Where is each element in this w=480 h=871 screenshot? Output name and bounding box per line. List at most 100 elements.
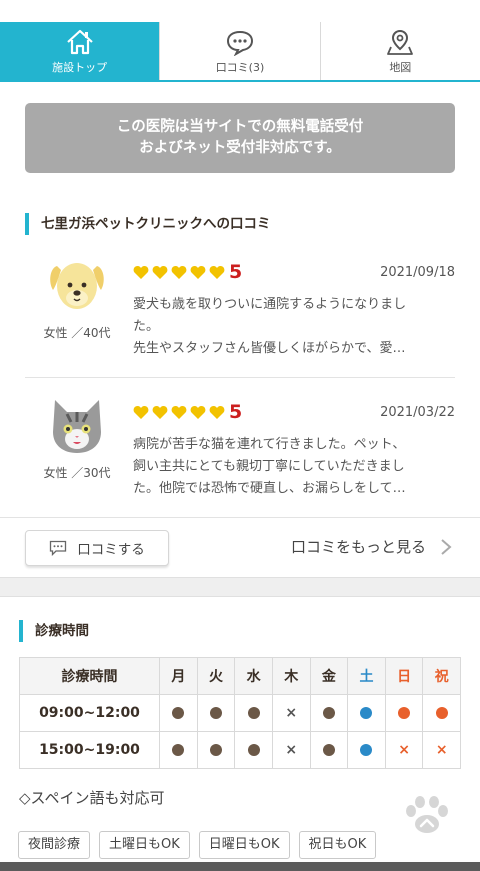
heart-icon xyxy=(171,405,187,419)
reviewer-info: 女性 ／40代 xyxy=(43,326,111,340)
schedule-cell: × xyxy=(271,694,311,732)
closed-x-icon: × xyxy=(398,742,410,758)
rating-score: 5 xyxy=(229,261,243,283)
heart-icon xyxy=(133,265,149,279)
schedule-cell: × xyxy=(384,731,424,769)
tab-facility-top-label: 施設トップ xyxy=(52,60,108,74)
hours-header-cell: 診療時間 xyxy=(19,657,160,695)
open-dot-icon xyxy=(209,707,222,719)
more-reviews-link[interactable]: 口コミをもっと見る xyxy=(291,536,452,557)
open-dot-icon xyxy=(322,707,335,719)
schedule-cell xyxy=(347,694,386,732)
time-slot: 09:00~12:00 xyxy=(19,694,160,732)
review-line: 先生やスタッフさん皆優しくほがらかで、愛… xyxy=(133,341,406,356)
feature-tag: 土曜日もOK xyxy=(99,831,190,859)
hours-row: 15:00~19:00 × × × xyxy=(19,731,461,769)
write-review-button[interactable]: 口コミする xyxy=(25,530,169,566)
review-divider xyxy=(25,377,455,378)
schedule-cell xyxy=(384,694,424,732)
review-line: 飼い主共にとても親切丁寧にしていただきまし xyxy=(133,459,405,474)
chevron-right-icon xyxy=(441,538,452,555)
tab-reviews-label: 口コミ(3) xyxy=(215,60,265,74)
reviewer-info: 女性 ／30代 xyxy=(43,466,111,480)
rating-score: 5 xyxy=(229,401,243,423)
review-actions: 口コミする 口コミをもっと見る xyxy=(0,517,480,577)
tab-reviews[interactable]: 口コミ(3) xyxy=(159,22,320,80)
tab-facility-top[interactable]: 施設トップ xyxy=(0,22,160,80)
day-sat-header: 土 xyxy=(347,657,386,695)
closed-x-icon: × xyxy=(285,705,298,721)
day-mon-header: 月 xyxy=(159,657,198,695)
schedule-cell: × xyxy=(271,731,311,769)
day-thu-header: 木 xyxy=(271,657,311,695)
review-item[interactable]: 女性 ／40代 5 2021/09/18 愛犬も歳を取りついに通院するようになり… xyxy=(25,252,455,372)
hours-section-title: 診療時間 xyxy=(19,620,89,642)
review-line: 病院が苦手な猫を連れて行きました。ペット、 xyxy=(133,437,406,452)
closed-x-icon: × xyxy=(285,742,298,758)
day-tue-header: 火 xyxy=(196,657,236,695)
heart-icon xyxy=(209,405,225,419)
open-dot-icon xyxy=(322,744,335,756)
schedule-cell xyxy=(196,731,236,769)
heart-icon xyxy=(152,405,168,419)
day-fri-header: 金 xyxy=(309,657,349,695)
review-line: 愛犬も歳を取りついに通院するようになりまし xyxy=(133,297,407,312)
no-phone-reservation-notice: この医院は当サイトでの無料電話受付 およびネット受付非対応です。 xyxy=(25,103,455,173)
heart-icon xyxy=(190,265,206,279)
language-note: ◇スペイン語も対応可 xyxy=(19,789,165,807)
cat-avatar-icon xyxy=(53,400,101,453)
schedule-cell xyxy=(347,731,386,769)
heart-icon xyxy=(190,405,206,419)
paw-icon[interactable] xyxy=(403,795,451,835)
rating-hearts: 5 xyxy=(133,402,242,422)
more-reviews-label: 口コミをもっと見る xyxy=(290,538,426,556)
schedule-cell xyxy=(159,694,198,732)
schedule-cell xyxy=(234,694,273,732)
feature-tags: 夜間診療 土曜日もOK 日曜日もOK 祝日もOK xyxy=(18,831,377,859)
open-dot-icon xyxy=(247,707,260,719)
heart-icon xyxy=(171,265,187,279)
open-dot-icon xyxy=(360,707,373,719)
comment-icon xyxy=(50,540,67,556)
home-icon xyxy=(66,29,93,54)
schedule-cell xyxy=(234,731,273,769)
open-dot-icon xyxy=(435,707,448,719)
hours-table: 診療時間 月 火 水 木 金 土 日 祝 09:00~12:00 × 15:00… xyxy=(19,657,461,769)
open-dot-icon xyxy=(172,744,185,756)
review-date: 2021/09/18 xyxy=(380,265,455,280)
schedule-cell xyxy=(159,731,198,769)
open-dot-icon xyxy=(398,707,411,719)
closed-x-icon: × xyxy=(435,742,448,758)
write-review-label: 口コミする xyxy=(77,542,145,558)
review-body: 病院が苦手な猫を連れて行きました。ペット、 飼い主共にとても親切丁寧にしていただ… xyxy=(133,434,455,500)
tab-map[interactable]: 地図 xyxy=(319,22,480,80)
day-wed-header: 水 xyxy=(234,657,273,695)
map-pin-icon xyxy=(387,29,414,55)
review-line: た。他院では恐怖で硬直し、お漏らしをして… xyxy=(133,481,406,496)
feature-tag: 祝日もOK xyxy=(298,831,377,859)
open-dot-icon xyxy=(209,744,222,756)
schedule-cell xyxy=(309,731,349,769)
review-line: た。 xyxy=(133,319,160,334)
tab-map-label: 地図 xyxy=(389,60,412,74)
notice-line-2: およびネット受付非対応です。 xyxy=(139,140,341,156)
feature-tag: 夜間診療 xyxy=(18,831,91,859)
feature-tag: 日曜日もOK xyxy=(198,831,290,859)
open-dot-icon xyxy=(172,707,185,719)
hours-header-row: 診療時間 月 火 水 木 金 土 日 祝 xyxy=(19,657,461,695)
heart-icon xyxy=(209,265,225,279)
section-separator xyxy=(0,577,480,597)
open-dot-icon xyxy=(247,744,260,756)
schedule-cell xyxy=(309,694,349,732)
review-item[interactable]: 女性 ／30代 5 2021/03/22 病院が苦手な猫を連れて行きました。ペッ… xyxy=(25,392,455,512)
tab-bar: 施設トップ 口コミ(3) 地図 xyxy=(0,22,480,82)
review-date: 2021/03/22 xyxy=(380,405,455,420)
schedule-cell xyxy=(422,694,461,732)
rating-hearts: 5 xyxy=(133,262,242,282)
chat-bubble-icon xyxy=(226,30,253,56)
heart-icon xyxy=(133,405,149,419)
heart-icon xyxy=(152,265,168,279)
time-slot: 15:00~19:00 xyxy=(19,731,160,769)
reviews-section-title: 七里ガ浜ペットクリニックへの口コミ xyxy=(25,213,271,235)
day-sun-header: 日 xyxy=(384,657,424,695)
